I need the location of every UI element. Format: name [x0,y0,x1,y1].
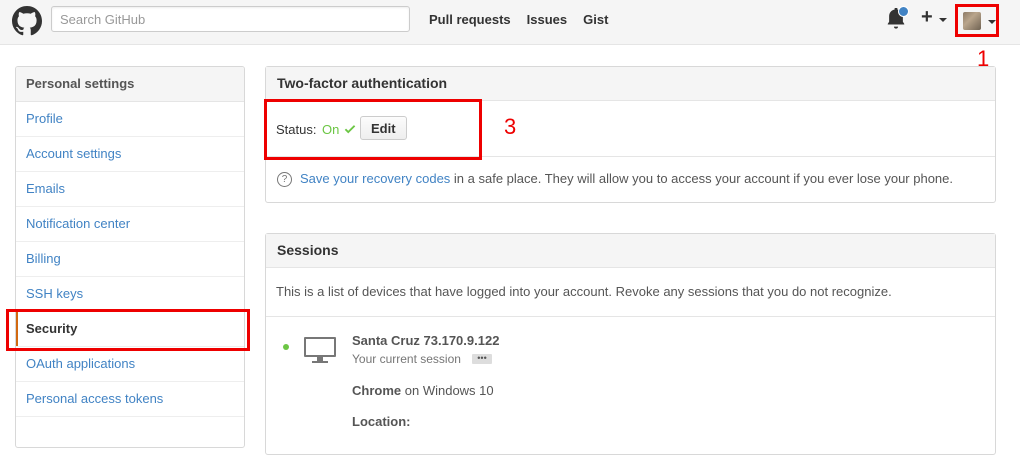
top-header: Pull requests Issues Gist + [0,0,1020,45]
browser-name: Chrome [352,383,402,398]
sidebar-heading: Personal settings [16,67,244,102]
sidebar-item-ssh-keys[interactable]: SSH keys [16,277,244,312]
sessions-panel: Sessions This is a list of devices that … [265,233,996,455]
browser-os: on Windows 10 [404,383,494,398]
two-factor-title: Two-factor authentication [266,67,995,101]
create-new-plus-icon[interactable]: + [921,6,933,29]
active-session-indicator [283,344,289,350]
recovery-codes-link[interactable]: Save your recovery codes [300,171,450,186]
sidebar-item-notification-center[interactable]: Notification center [16,207,244,242]
user-menu-caret-icon [988,20,996,24]
security-highlight-box [6,309,250,351]
session-location: Santa Cruz 73.170.9.122 [352,333,500,348]
sidebar-item-oauth-applications[interactable]: OAuth applications [16,347,244,382]
session-location-label: Location: [352,414,411,429]
avatar[interactable] [963,12,981,30]
sidebar-item-emails[interactable]: Emails [16,172,244,207]
session-item: Santa Cruz 73.170.9.122 Your current ses… [266,317,995,457]
sidebar-item-personal-access-tokens[interactable]: Personal access tokens [16,382,244,417]
unread-indicator [898,6,909,17]
recovery-text: Save your recovery codes in a safe place… [300,171,953,186]
settings-sidebar: Personal settings Profile Account settin… [15,66,245,448]
status-highlight-box [264,99,482,160]
session-browser: Chrome on Windows 10 [352,383,494,398]
sidebar-item-account-settings[interactable]: Account settings [16,137,244,172]
user-menu-highlight[interactable] [955,4,999,37]
sidebar-item-profile[interactable]: Profile [16,102,244,137]
sessions-title: Sessions [266,234,995,268]
nav-issues[interactable]: Issues [527,12,567,27]
annotation-3: 3 [504,114,517,139]
nav-pull-requests[interactable]: Pull requests [429,12,511,27]
sidebar-item-billing[interactable]: Billing [16,242,244,277]
desktop-monitor-icon [304,337,336,363]
recovery-codes-row: ? Save your recovery codes in a safe pla… [266,157,995,202]
top-nav: Pull requests Issues Gist [429,12,608,27]
question-icon: ? [277,172,292,187]
current-session-label: Your current session [352,352,461,366]
github-logo-icon[interactable] [12,6,42,36]
session-details-ellipsis-icon[interactable]: ••• [472,354,492,364]
sessions-description: This is a list of devices that have logg… [266,268,995,317]
recovery-description: in a safe place. They will allow you to … [453,171,954,186]
nav-gist[interactable]: Gist [583,12,608,27]
search-input[interactable] [51,6,410,32]
create-caret-icon [939,18,947,22]
